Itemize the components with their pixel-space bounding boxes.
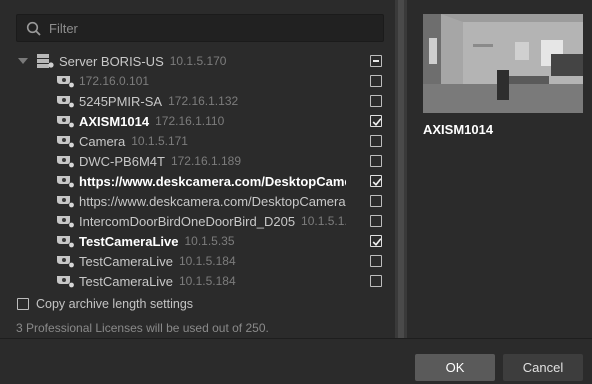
camera-icon [57, 196, 74, 208]
camera-checkbox[interactable] [370, 155, 382, 167]
camera-row[interactable]: IntercomDoorBirdOneDoorBird_D205 10.1.5.1… [56, 211, 382, 231]
camera-checkbox[interactable] [370, 275, 382, 287]
camera-name: https://www.deskcamera.com/DesktopCamera [79, 173, 346, 189]
camera-checkbox[interactable] [370, 195, 382, 207]
camera-row[interactable]: 5245PMIR-SA 172.16.1.132 [56, 91, 382, 111]
copy-archive-checkbox[interactable] [17, 298, 29, 310]
camera-icon [57, 276, 74, 288]
camera-icon [57, 216, 74, 228]
camera-icon [57, 76, 74, 88]
camera-checkbox[interactable] [370, 255, 382, 267]
filter-box[interactable] [16, 14, 384, 42]
ok-button[interactable]: OK [415, 354, 495, 381]
scrollbar-thumb[interactable] [398, 0, 404, 338]
camera-ip: 172.16.0.101 [79, 74, 150, 88]
camera-row[interactable]: TestCameraLive 10.1.5.35 [56, 231, 382, 251]
license-info: 3 Professional Licenses will be used out… [16, 321, 269, 335]
camera-row[interactable]: AXISM1014 172.16.1.110 [56, 111, 382, 131]
camera-name: TestCameraLive [79, 253, 173, 269]
camera-row[interactable]: https://www.deskcamera.com/DesktopCamera [56, 191, 382, 211]
camera-row[interactable]: TestCameraLive 10.1.5.184 [56, 271, 382, 291]
camera-checkbox[interactable] [370, 135, 382, 147]
collapse-arrow-icon[interactable] [18, 58, 28, 64]
camera-checkbox[interactable] [370, 75, 382, 87]
camera-ip: 10.1.5.184 [178, 254, 236, 268]
server-name: Server BORIS-US [59, 53, 164, 69]
camera-ip: 10.1.5.35 [184, 234, 235, 248]
camera-name: AXISM1014 [79, 113, 150, 129]
dialog-footer: OK Cancel [0, 338, 592, 384]
camera-ip: 10.1.5.1... [301, 214, 346, 228]
camera-icon [57, 116, 74, 128]
camera-ip: 172.16.1.110 [155, 114, 225, 128]
camera-checkbox[interactable] [370, 175, 382, 187]
camera-name: Camera [79, 133, 126, 149]
camera-preview-image [423, 14, 583, 113]
camera-icon [57, 156, 74, 168]
server-checkbox[interactable] [370, 55, 382, 67]
camera-row[interactable]: DWC-PB6M4T 172.16.1.189 [56, 151, 382, 171]
camera-checkbox[interactable] [370, 115, 382, 127]
camera-checkbox[interactable] [370, 95, 382, 107]
camera-name: TestCameraLive [79, 273, 173, 289]
camera-ip: 172.16.1.189 [170, 154, 242, 168]
camera-row[interactable]: TestCameraLive 10.1.5.184 [56, 251, 382, 271]
camera-ip: 172.16.1.132 [168, 94, 239, 108]
camera-name: https://www.deskcamera.com/DesktopCamera [79, 193, 346, 209]
camera-checkbox[interactable] [370, 235, 382, 247]
camera-icon [57, 256, 74, 268]
camera-row[interactable]: 172.16.0.101 [56, 71, 382, 91]
filter-input[interactable] [49, 15, 379, 41]
camera-row[interactable]: Camera 10.1.5.171 [56, 131, 382, 151]
camera-icon [57, 176, 74, 188]
camera-row[interactable]: https://www.deskcamera.com/DesktopCamera [56, 171, 382, 191]
camera-icon [57, 136, 74, 148]
camera-name: 5245PMIR-SA [79, 93, 163, 109]
cancel-button[interactable]: Cancel [503, 354, 583, 381]
copy-archive-option[interactable]: Copy archive length settings [17, 297, 193, 311]
preview-panel: AXISM1014 [407, 0, 592, 338]
camera-ip: 10.1.5.184 [178, 274, 236, 288]
camera-ip: 10.1.5.171 [131, 134, 188, 148]
camera-name: TestCameraLive [79, 233, 179, 249]
copy-archive-label: Copy archive length settings [36, 297, 194, 311]
camera-icon [57, 96, 74, 108]
camera-checkbox[interactable] [370, 215, 382, 227]
server-row[interactable]: Server BORIS-US 10.1.5.170 [18, 51, 388, 71]
server-ip: 10.1.5.170 [169, 54, 227, 68]
preview-camera-name: AXISM1014 [423, 122, 494, 137]
server-icon [37, 54, 54, 68]
device-tree-panel: Server BORIS-US 10.1.5.170 172.16.0.101 5… [0, 0, 395, 338]
camera-name: DWC-PB6M4T [79, 153, 165, 169]
search-icon [26, 21, 41, 36]
camera-icon [57, 236, 74, 248]
camera-name: IntercomDoorBirdOneDoorBird_D205 [79, 213, 296, 229]
